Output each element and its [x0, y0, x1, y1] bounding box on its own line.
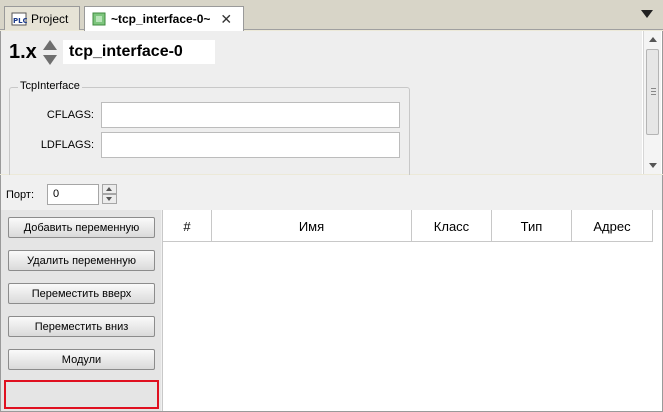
vertical-scrollbar[interactable] [643, 31, 661, 174]
column-class[interactable]: Класс [412, 210, 492, 242]
add-variable-button[interactable]: Добавить переменную [8, 217, 155, 238]
column-index[interactable]: # [163, 210, 212, 242]
port-down-icon[interactable] [102, 194, 117, 204]
ldflags-label: LDFLAGS: [40, 139, 94, 151]
table-header: # Имя Класс Тип Адрес [163, 210, 653, 242]
tab-project-label: Project [31, 11, 69, 26]
ldflags-field[interactable] [101, 132, 400, 158]
version-label: 1.x [9, 41, 37, 63]
port-stepper[interactable] [102, 184, 117, 205]
cflags-label: CFLAGS: [46, 109, 94, 121]
close-icon[interactable]: ✕ [220, 11, 232, 28]
highlight-box [4, 380, 159, 409]
name-field[interactable] [63, 40, 215, 64]
tab-tcp-interface-label: ~tcp_interface-0~ [111, 12, 211, 26]
column-type[interactable]: Тип [492, 210, 572, 242]
remove-variable-button[interactable]: Удалить переменную [8, 250, 155, 271]
variables-table: # Имя Класс Тип Адрес [162, 210, 662, 411]
scroll-thumb[interactable] [646, 49, 659, 135]
cflags-field[interactable] [101, 102, 400, 128]
version-up-icon[interactable] [43, 40, 57, 50]
properties-pane: 1.x TcpInterface CFLAGS: LDFLAGS: [0, 31, 663, 197]
tab-tcp-interface[interactable]: ~tcp_interface-0~ ✕ [84, 6, 244, 31]
svg-text:PLC: PLC [13, 17, 27, 25]
tab-bar: PLC Project ~tcp_interface-0~ ✕ [0, 0, 663, 31]
modules-button[interactable]: Модули [8, 349, 155, 370]
module-icon [91, 11, 107, 27]
move-down-button[interactable]: Переместить вниз [8, 316, 155, 337]
scroll-down-icon[interactable] [649, 163, 657, 168]
plc-icon: PLC [11, 11, 27, 27]
port-field[interactable]: 0 [47, 184, 99, 205]
port-up-icon[interactable] [102, 184, 117, 194]
column-address[interactable]: Адрес [572, 210, 653, 242]
column-name[interactable]: Имя [212, 210, 412, 242]
scroll-up-icon[interactable] [649, 37, 657, 42]
group-title: TcpInterface [18, 80, 82, 92]
tab-project[interactable]: PLC Project [4, 6, 80, 30]
port-label: Порт: [6, 189, 34, 201]
version-down-icon[interactable] [43, 55, 57, 65]
move-up-button[interactable]: Переместить вверх [8, 283, 155, 304]
tabs-dropdown-icon[interactable] [641, 10, 653, 18]
button-column: Добавить переменную Удалить переменную П… [1, 210, 161, 411]
variables-pane: Порт: 0 Добавить переменную Удалить пере… [0, 175, 663, 412]
